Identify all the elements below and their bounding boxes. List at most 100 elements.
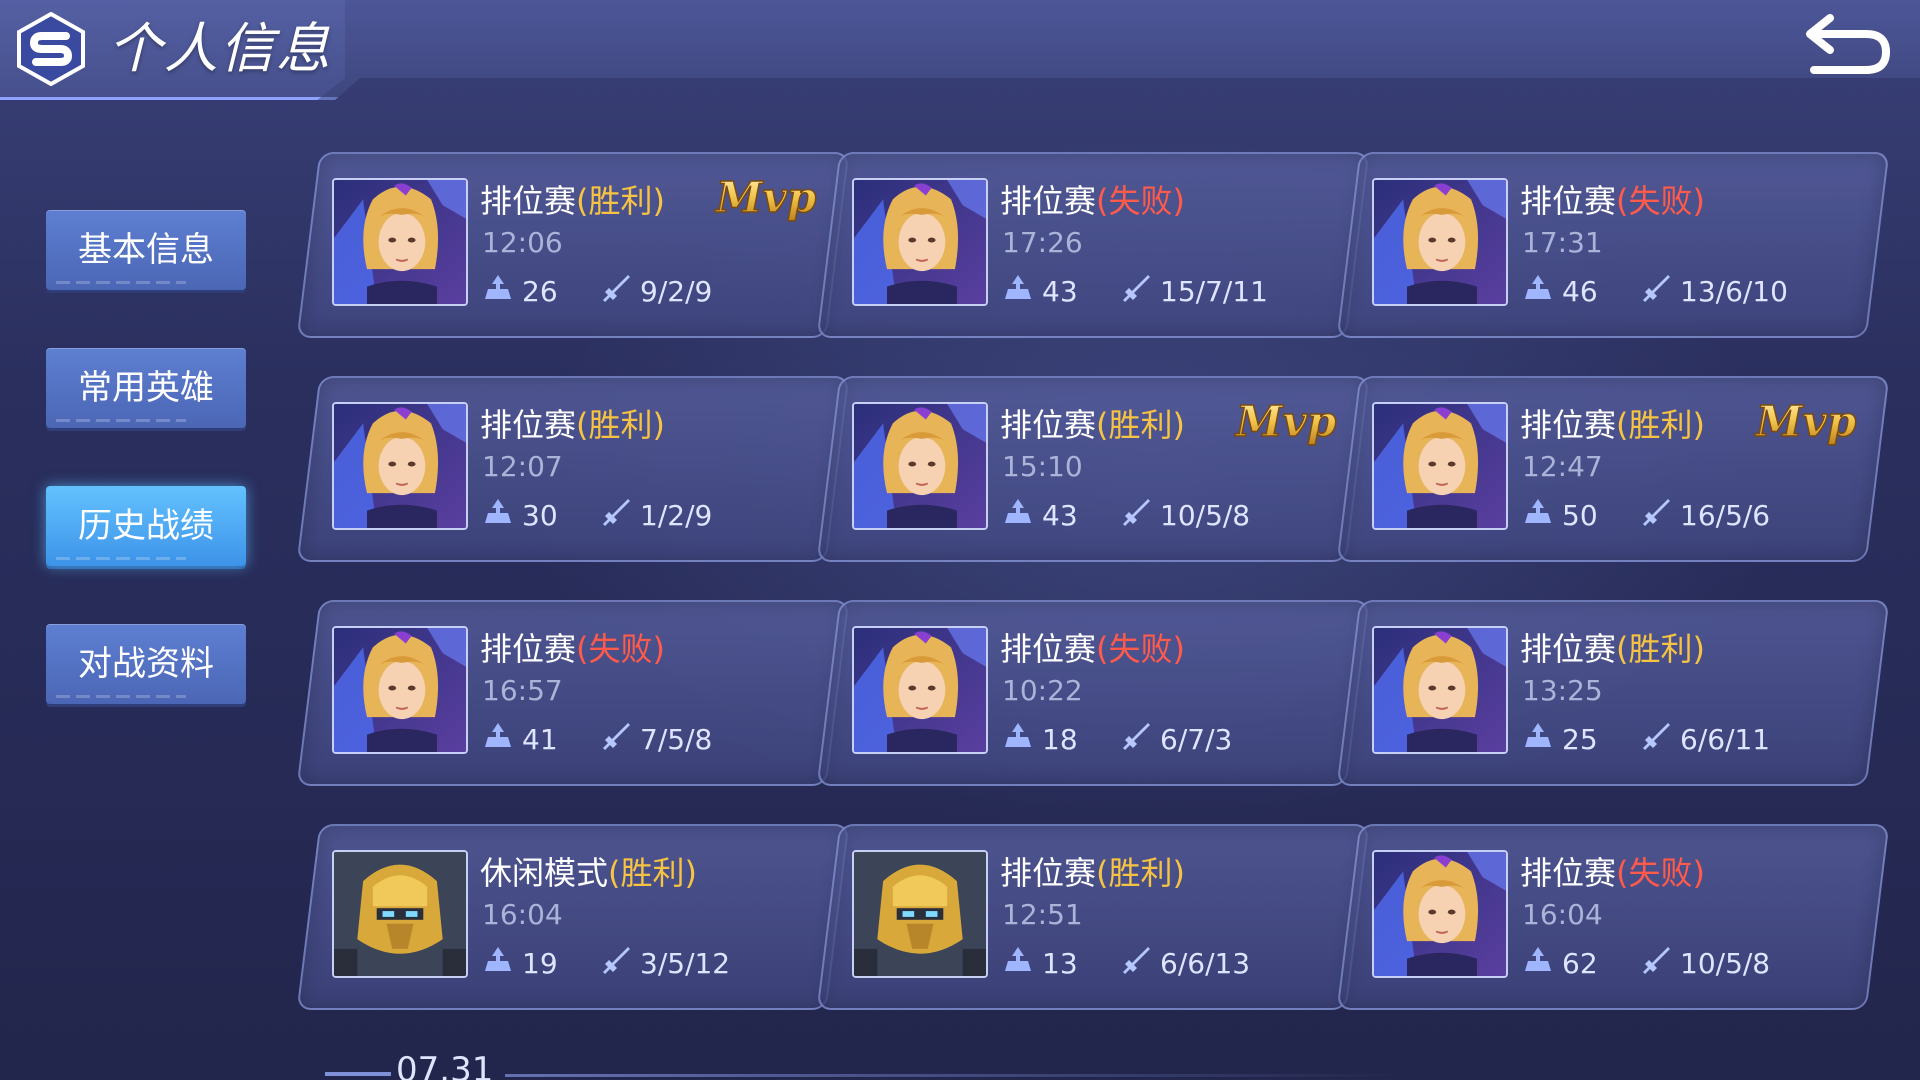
back-arrow-icon[interactable] bbox=[1800, 8, 1894, 78]
mvp-label: Mvp bbox=[1754, 397, 1856, 446]
match-result: (胜利) bbox=[1096, 406, 1185, 444]
match-time: 17:26 bbox=[1002, 226, 1083, 259]
hero-portrait bbox=[852, 178, 988, 306]
date-divider-label: 07.31 bbox=[396, 1050, 494, 1080]
match-result: (胜利) bbox=[1616, 406, 1705, 444]
match-result: (失败) bbox=[1616, 182, 1705, 220]
score-value: 18 bbox=[1042, 723, 1078, 756]
match-kda: 13/6/10 bbox=[1640, 272, 1788, 311]
match-time: 17:31 bbox=[1522, 226, 1603, 259]
hero-portrait bbox=[1372, 178, 1508, 306]
hero-portrait bbox=[332, 626, 468, 754]
kda-sword-icon bbox=[600, 944, 640, 983]
match-card[interactable]: 排位赛(胜利) 12:47 50 16/5/6 Mvp bbox=[1336, 376, 1890, 562]
match-mode-label: 休闲模式 bbox=[480, 854, 609, 892]
match-mode-label: 排位赛 bbox=[1520, 630, 1617, 668]
score-value: 41 bbox=[522, 723, 558, 756]
score-icon bbox=[482, 944, 522, 983]
kda-sword-icon bbox=[600, 496, 640, 535]
mvp-badge: Mvp bbox=[1228, 392, 1340, 450]
kda-sword-icon bbox=[1120, 944, 1160, 983]
match-result: (胜利) bbox=[1616, 630, 1705, 668]
match-card[interactable]: 排位赛(胜利) 12:06 26 9/2/9 Mvp bbox=[296, 152, 850, 338]
score-value: 62 bbox=[1562, 947, 1598, 980]
date-divider-line bbox=[505, 1074, 1405, 1077]
sidebar-item-battle-data[interactable]: 对战资料 bbox=[46, 624, 246, 704]
match-score: 26 bbox=[482, 272, 558, 311]
score-value: 43 bbox=[1042, 275, 1078, 308]
match-kda: 9/2/9 bbox=[600, 272, 712, 311]
score-icon bbox=[1522, 272, 1562, 311]
hero-portrait bbox=[1372, 626, 1508, 754]
match-time: 13:25 bbox=[1522, 674, 1603, 707]
match-mode: 排位赛(胜利) bbox=[480, 176, 665, 222]
kda-value: 9/2/9 bbox=[640, 275, 713, 308]
match-mode-label: 排位赛 bbox=[480, 182, 577, 220]
score-icon bbox=[482, 496, 522, 535]
match-time: 15:10 bbox=[1002, 450, 1083, 483]
match-result: (失败) bbox=[1096, 182, 1185, 220]
score-value: 50 bbox=[1562, 499, 1598, 532]
match-score: 41 bbox=[482, 720, 558, 759]
match-card[interactable]: 排位赛(失败) 16:57 41 7/5/8 bbox=[296, 600, 850, 786]
kda-sword-icon bbox=[1120, 720, 1160, 759]
hero-portrait bbox=[1372, 850, 1508, 978]
score-value: 19 bbox=[522, 947, 558, 980]
match-kda: 10/5/8 bbox=[1640, 944, 1770, 983]
match-mode: 排位赛(胜利) bbox=[1520, 400, 1705, 446]
match-mode: 排位赛(胜利) bbox=[1000, 400, 1185, 446]
match-mode-label: 排位赛 bbox=[1000, 854, 1097, 892]
match-score: 62 bbox=[1522, 944, 1598, 983]
kda-value: 6/6/13 bbox=[1160, 947, 1251, 980]
match-card[interactable]: 排位赛(胜利) 13:25 25 6/6/11 bbox=[1336, 600, 1890, 786]
match-kda: 6/7/3 bbox=[1120, 720, 1232, 759]
kda-value: 6/7/3 bbox=[1160, 723, 1233, 756]
match-card[interactable]: 排位赛(失败) 10:22 18 6/7/3 bbox=[816, 600, 1370, 786]
match-card[interactable]: 排位赛(胜利) 15:10 43 10/5/8 Mvp bbox=[816, 376, 1370, 562]
score-icon bbox=[1522, 720, 1562, 759]
match-score: 46 bbox=[1522, 272, 1598, 311]
score-value: 30 bbox=[522, 499, 558, 532]
kda-sword-icon bbox=[1640, 496, 1680, 535]
match-mode-label: 排位赛 bbox=[1520, 182, 1617, 220]
match-mode-label: 排位赛 bbox=[1000, 630, 1097, 668]
match-mode: 排位赛(胜利) bbox=[1520, 624, 1705, 670]
score-icon bbox=[1002, 944, 1042, 983]
match-time: 12:51 bbox=[1002, 898, 1083, 931]
score-value: 26 bbox=[522, 275, 558, 308]
match-score: 30 bbox=[482, 496, 558, 535]
score-value: 46 bbox=[1562, 275, 1598, 308]
match-result: (失败) bbox=[1096, 630, 1185, 668]
match-mode-label: 排位赛 bbox=[1520, 854, 1617, 892]
hero-portrait bbox=[332, 850, 468, 978]
sidebar-item-common-heroes[interactable]: 常用英雄 bbox=[46, 348, 246, 428]
score-value: 43 bbox=[1042, 499, 1078, 532]
match-result: (胜利) bbox=[608, 854, 697, 892]
match-card[interactable]: 排位赛(失败) 17:31 46 13/6/10 bbox=[1336, 152, 1890, 338]
kda-sword-icon bbox=[600, 272, 640, 311]
match-score: 43 bbox=[1002, 272, 1078, 311]
match-kda: 10/5/8 bbox=[1120, 496, 1250, 535]
match-result: (胜利) bbox=[576, 406, 665, 444]
match-mode-label: 排位赛 bbox=[1000, 406, 1097, 444]
match-mode: 排位赛(胜利) bbox=[480, 400, 665, 446]
kda-sword-icon bbox=[1640, 720, 1680, 759]
score-value: 13 bbox=[1042, 947, 1078, 980]
match-card[interactable]: 排位赛(胜利) 12:07 30 1/2/9 bbox=[296, 376, 850, 562]
match-score: 18 bbox=[1002, 720, 1078, 759]
match-time: 16:04 bbox=[482, 898, 563, 931]
match-mode-label: 排位赛 bbox=[480, 406, 577, 444]
match-mode-label: 排位赛 bbox=[1000, 182, 1097, 220]
match-mode: 排位赛(失败) bbox=[480, 624, 665, 670]
match-score: 25 bbox=[1522, 720, 1598, 759]
match-card[interactable]: 排位赛(失败) 16:04 62 10/5/8 bbox=[1336, 824, 1890, 1010]
sidebar-item-match-history[interactable]: 历史战绩 bbox=[46, 486, 246, 566]
match-card[interactable]: 排位赛(胜利) 12:51 13 6/6/13 bbox=[816, 824, 1370, 1010]
score-icon bbox=[482, 720, 522, 759]
match-card[interactable]: 休闲模式(胜利) 16:04 19 3/5/12 bbox=[296, 824, 850, 1010]
match-kda: 3/5/12 bbox=[600, 944, 730, 983]
sidebar-item-basic-info[interactable]: 基本信息 bbox=[46, 210, 246, 290]
kda-value: 16/5/6 bbox=[1680, 499, 1771, 532]
match-card[interactable]: 排位赛(失败) 17:26 43 15/7/11 bbox=[816, 152, 1370, 338]
s-logo-icon bbox=[14, 11, 88, 87]
